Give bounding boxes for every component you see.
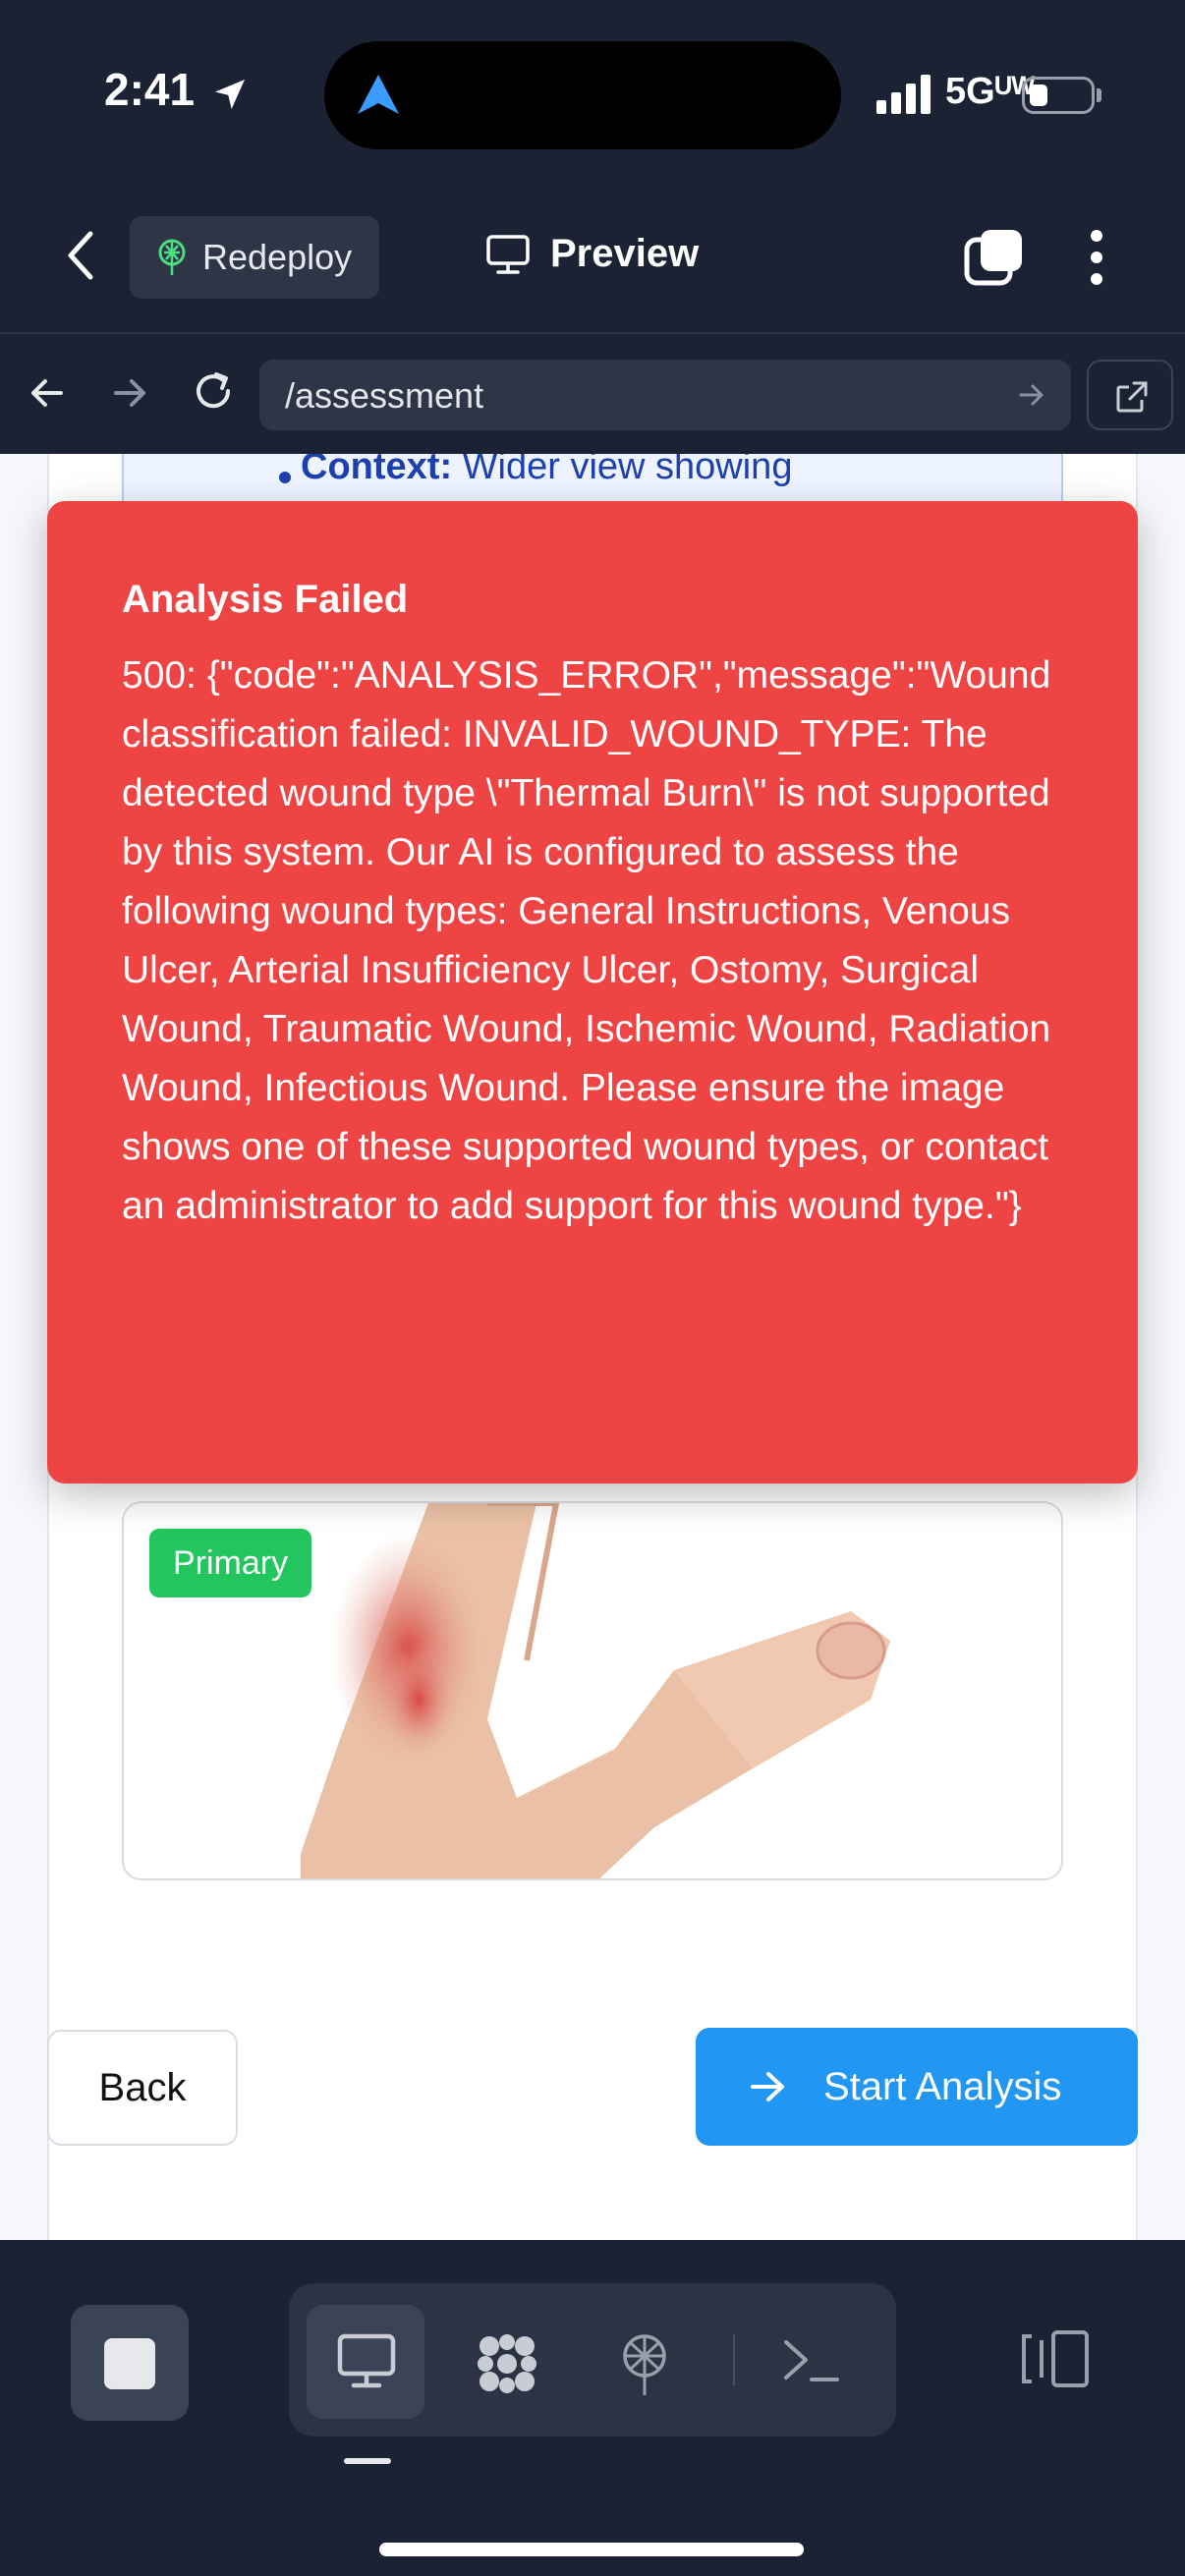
redeploy-icon [158,239,186,275]
signal-bars-icon [876,75,931,114]
status-bar: 2:41 5Gᵁᵂ [0,0,1185,196]
guide-context-text: Context: Wider view showing [301,454,793,487]
terminal-icon [784,2340,839,2381]
guide-bullet [279,472,291,483]
active-tab-indicator [344,2458,391,2464]
arrow-left-icon[interactable] [28,373,67,413]
reload-icon[interactable] [191,369,236,415]
primary-badge: Primary [149,1529,312,1597]
bottom-bar [0,2240,1185,2576]
stop-button[interactable] [71,2305,189,2421]
open-external-icon [1116,381,1148,413]
stop-icon [104,2338,155,2389]
battery-icon [1022,77,1095,114]
toast-title: Analysis Failed [122,578,409,621]
app-logo-icon [358,75,399,114]
redeploy-label: Redeploy [202,237,353,277]
open-external-button[interactable] [1087,360,1173,430]
wound-image-card[interactable]: Primary [122,1501,1063,1880]
url-text: /assessment [285,375,484,416]
toast-message: 500: {"code":"ANALYSIS_ERROR","message":… [122,654,1051,1227]
status-time: 2:41 [104,64,196,115]
back-button[interactable]: Back [47,2030,238,2146]
tab-terminal[interactable] [751,2305,869,2419]
tab-deploy[interactable] [586,2305,704,2419]
location-arrow-icon [215,80,245,109]
tab-apps[interactable] [446,2305,564,2419]
go-arrow-icon[interactable] [1018,381,1045,409]
arrow-right-icon[interactable] [110,373,149,413]
more-vertical-icon[interactable] [1085,228,1108,287]
arrow-right-icon [751,2072,784,2101]
start-analysis-button[interactable]: Start Analysis [696,2028,1138,2146]
wound-photo [301,1503,890,1878]
desktop-icon [337,2333,396,2388]
deploy-icon [623,2334,666,2395]
url-field[interactable]: /assessment [259,360,1071,430]
mode-tab-group [289,2283,896,2436]
apps-grid-icon [478,2334,536,2393]
tab-divider [733,2334,735,2385]
battery-tip [1097,88,1101,102]
error-toast[interactable]: Analysis Failed 500: {"code":"ANALYSIS_E… [47,501,1138,1484]
home-indicator [379,2543,804,2556]
monitor-icon [486,234,530,274]
tab-desktop[interactable] [307,2305,424,2419]
preview-tab[interactable]: Preview [485,232,699,276]
chevron-left-icon[interactable] [61,228,100,283]
start-analysis-label: Start Analysis [823,2064,1062,2108]
side-panel-icon[interactable] [1018,2328,1093,2389]
windows-icon[interactable] [963,228,1024,289]
redeploy-button[interactable]: Redeploy [130,216,379,299]
preview-label: Preview [550,232,700,275]
